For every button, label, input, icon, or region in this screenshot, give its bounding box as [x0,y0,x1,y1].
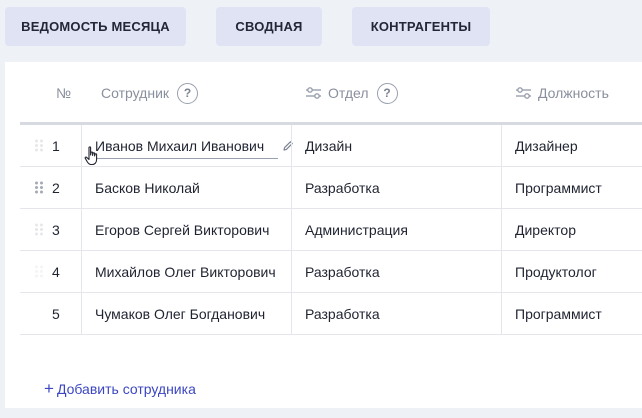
row-number: 4 [52,263,60,280]
row-number: 2 [52,179,60,196]
column-divider [291,167,292,208]
column-divider [501,293,502,334]
department-cell[interactable]: Администрация [305,209,408,250]
column-divider [291,125,292,166]
employee-name-cell[interactable]: Чумаков Олег Богданович [95,293,265,334]
drag-handle-icon[interactable] [34,251,44,292]
department-cell[interactable]: Дизайн [305,125,352,166]
header-department-label: Отдел [328,85,369,101]
header-department: Отдел ? [305,62,398,124]
column-divider [501,209,502,250]
tab-counterparties[interactable]: КОНТРАГЕНТЫ [352,7,490,46]
plus-icon: + [44,379,54,398]
position-cell[interactable]: Продуктолог [515,251,597,292]
employee-name-cell[interactable]: Иванов Михаил Иванович [95,125,264,166]
table-header: № Сотрудник ? Отдел ? Должность [5,62,642,124]
column-divider [291,209,292,250]
table-row[interactable]: 2 Басков Николай Разработка Программист [20,167,642,209]
position-cell[interactable]: Директор [515,209,576,250]
add-employee-button[interactable]: + Добавить сотрудника [44,380,196,397]
department-cell[interactable]: Разработка [305,251,380,292]
employee-name-cell[interactable]: Михайлов Олег Викторович [95,251,276,292]
add-employee-label: Добавить сотрудника [56,380,196,397]
position-cell[interactable]: Программист [515,167,602,208]
column-divider [81,293,82,334]
column-divider [501,125,502,166]
header-employee: Сотрудник ? [101,62,199,124]
column-divider [501,167,502,208]
tab-summary[interactable]: СВОДНАЯ [216,7,322,46]
drag-handle-icon[interactable] [34,167,44,208]
position-cell[interactable]: Программист [515,293,602,334]
column-divider [81,251,82,292]
sliders-icon[interactable] [305,87,322,99]
header-position-label: Должность [538,85,609,101]
table-body: 1 Иванов Михаил Иванович Дизайн Дизайнер… [20,125,642,335]
department-cell[interactable]: Разработка [305,293,380,334]
header-number: № [56,85,72,101]
column-divider [81,209,82,250]
table-row[interactable]: 4 Михайлов Олег Викторович Разработка Пр… [20,251,642,293]
drag-handle-icon[interactable] [34,209,44,250]
table-row[interactable]: 5 Чумаков Олег Богданович Разработка Про… [20,293,642,335]
column-divider [81,167,82,208]
employee-name-cell[interactable]: Басков Николай [95,167,200,208]
row-number: 3 [52,221,60,238]
sliders-icon[interactable] [515,87,532,99]
top-tabs: ВЕДОМОСТЬ МЕСЯЦА СВОДНАЯ КОНТРАГЕНТЫ [0,0,642,60]
column-divider [291,293,292,334]
drag-handle-icon[interactable] [34,125,44,166]
employees-table-panel: № Сотрудник ? Отдел ? Должность 1 Иванов… [5,62,642,408]
tab-monthly-statement[interactable]: ВЕДОМОСТЬ МЕСЯЦА [5,7,186,46]
row-number: 1 [52,137,60,154]
column-divider [501,251,502,292]
pencil-icon[interactable] [282,125,294,166]
column-divider [291,251,292,292]
header-employee-label: Сотрудник [101,85,170,101]
question-circle-icon[interactable]: ? [177,82,199,104]
position-cell[interactable]: Дизайнер [515,125,578,166]
department-cell[interactable]: Разработка [305,167,380,208]
header-position: Должность [515,62,609,124]
table-row[interactable]: 1 Иванов Михаил Иванович Дизайн Дизайнер [20,125,642,167]
row-number: 5 [52,305,60,322]
question-circle-icon[interactable]: ? [376,82,398,104]
edit-underline [95,158,278,159]
employee-name-cell[interactable]: Егоров Сергей Викторович [95,209,269,250]
column-divider [81,125,82,166]
table-row[interactable]: 3 Егоров Сергей Викторович Администрация… [20,209,642,251]
